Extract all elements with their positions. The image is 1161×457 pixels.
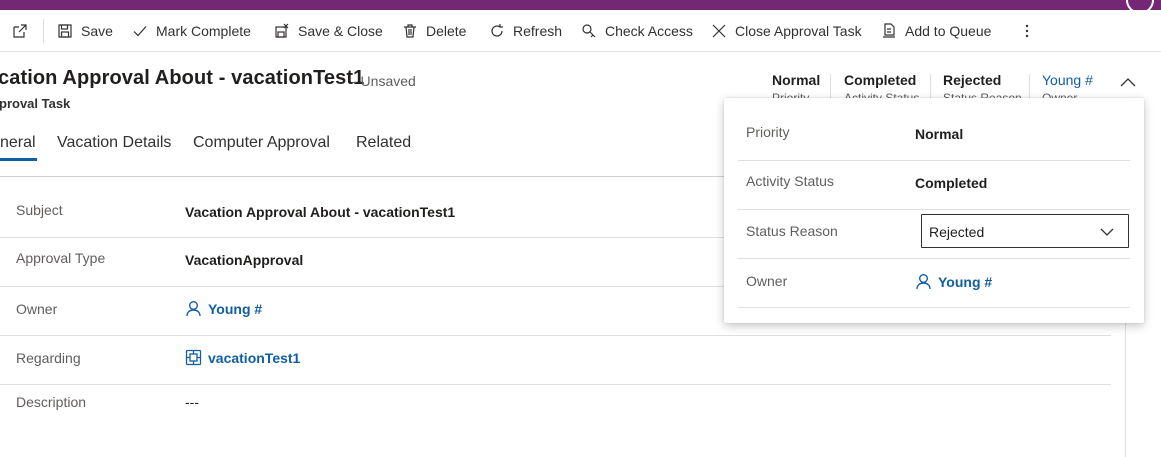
refresh-button[interactable]: Refresh	[489, 10, 562, 52]
flyout-activity-status-label: Activity Status	[746, 173, 834, 189]
header-divider	[830, 74, 831, 100]
flyout-owner-value[interactable]: Young #	[915, 273, 992, 290]
refresh-label: Refresh	[513, 23, 563, 39]
close-approval-task-button[interactable]: Close Approval Task	[711, 10, 862, 52]
header-status-reason-value: Rejected	[943, 72, 1002, 88]
active-tab-indicator	[0, 158, 37, 161]
save-close-icon	[275, 23, 289, 38]
approval-type-field[interactable]: VacationApproval	[185, 252, 303, 268]
regarding-label: Regarding	[16, 350, 81, 366]
more-icon	[1025, 24, 1029, 38]
popout-button[interactable]	[12, 10, 36, 52]
entity-name: proval Task	[0, 96, 71, 111]
flyout-divider	[738, 209, 1130, 210]
subject-field[interactable]: Vacation Approval About - vacationTest1	[185, 204, 455, 220]
check-access-icon	[582, 24, 596, 38]
status-reason-select[interactable]: Rejected	[921, 214, 1129, 248]
header-divider	[1029, 74, 1030, 100]
approval-type-label: Approval Type	[16, 250, 106, 266]
person-icon	[186, 301, 201, 317]
mark-complete-button[interactable]: Mark Complete	[132, 10, 251, 52]
owner-field[interactable]: Young #	[185, 300, 262, 317]
save-icon	[58, 24, 72, 38]
header-owner-value[interactable]: Young #	[1042, 72, 1093, 88]
flyout-divider	[738, 258, 1130, 259]
owner-label: Owner	[16, 301, 58, 317]
flyout-owner-link[interactable]: Young #	[938, 274, 992, 290]
flyout-owner-label: Owner	[746, 273, 788, 289]
save-close-label: Save & Close	[298, 23, 383, 39]
delete-button[interactable]: Delete	[402, 10, 466, 52]
delete-icon	[404, 24, 416, 38]
close-approval-task-label: Close Approval Task	[735, 23, 862, 39]
header-fields-flyout: Priority Normal Activity Status Complete…	[724, 98, 1144, 323]
tab-related[interactable]: Related	[356, 134, 411, 152]
refresh-icon	[491, 24, 503, 37]
flyout-priority-value[interactable]: Normal	[915, 126, 963, 142]
save-label: Save	[81, 23, 113, 39]
save-button[interactable]: Save	[57, 10, 113, 52]
save-close-button[interactable]: Save & Close	[274, 10, 383, 52]
flyout-priority-label: Priority	[746, 124, 790, 140]
delete-label: Delete	[426, 23, 467, 39]
record-icon	[185, 349, 202, 366]
description-field[interactable]: ---	[185, 394, 199, 410]
chevron-down-icon	[1100, 228, 1114, 236]
regarding-field[interactable]: vacationTest1	[185, 349, 300, 366]
tab-general[interactable]: neral	[0, 134, 36, 152]
header-divider	[930, 74, 931, 100]
app-top-band	[0, 0, 1161, 10]
unsaved-indicator: - Unsaved	[352, 73, 416, 89]
close-icon	[712, 24, 726, 38]
regarding-link[interactable]: vacationTest1	[208, 350, 300, 366]
owner-link[interactable]: Young #	[208, 301, 262, 317]
header-priority-value: Normal	[772, 72, 821, 88]
mark-complete-label: Mark Complete	[156, 23, 251, 39]
flyout-divider	[738, 160, 1130, 161]
chevron-up-icon[interactable]	[1118, 73, 1138, 93]
command-bar: Save Mark Complete Save & Close Delete R…	[0, 10, 1161, 52]
flyout-divider	[738, 307, 1130, 308]
tab-computer-approval[interactable]: Computer Approval	[193, 134, 330, 152]
header-activity-status-value: Completed	[844, 72, 917, 88]
checkmark-icon	[133, 26, 147, 37]
person-icon	[916, 274, 931, 290]
check-access-label: Check Access	[605, 23, 693, 39]
flyout-activity-status-value[interactable]: Completed	[915, 175, 987, 191]
check-access-button[interactable]: Check Access	[581, 10, 693, 52]
description-label: Description	[16, 394, 87, 410]
row-divider	[0, 384, 1111, 385]
subject-label: Subject	[16, 202, 63, 218]
status-reason-selected: Rejected	[929, 224, 985, 240]
add-to-queue-icon	[883, 23, 895, 38]
more-commands-button[interactable]	[1019, 10, 1043, 52]
add-to-queue-label: Add to Queue	[905, 23, 992, 39]
popout-icon	[13, 24, 27, 38]
add-to-queue-button[interactable]: Add to Queue	[881, 10, 991, 52]
flyout-status-reason-label: Status Reason	[746, 223, 838, 239]
command-separator	[43, 19, 44, 43]
row-divider	[0, 335, 1111, 336]
record-title: cation Approval About - vacationTest1	[0, 67, 365, 89]
tab-vacation-details[interactable]: Vacation Details	[57, 134, 171, 152]
